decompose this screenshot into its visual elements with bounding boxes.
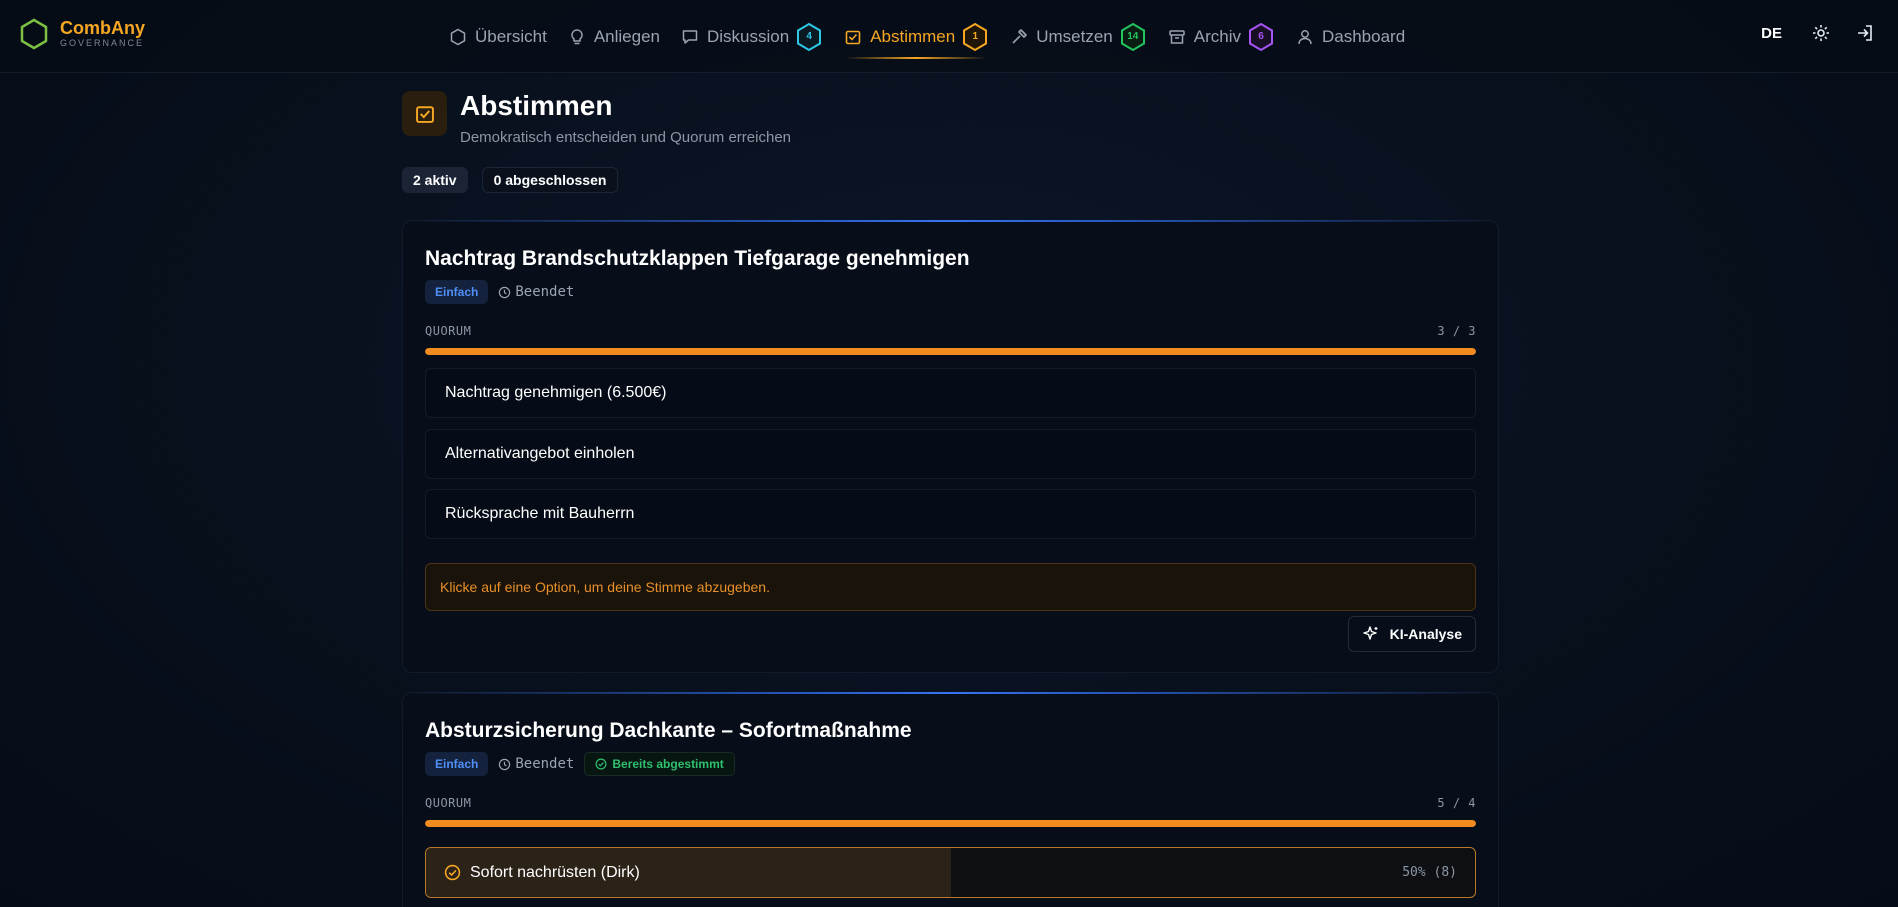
page-title: Abstimmen — [460, 90, 613, 121]
nav-label: Anliegen — [593, 26, 660, 46]
quorum-count: 5 / 4 — [1437, 796, 1476, 810]
quorum-label: QUORUM — [425, 324, 472, 338]
count-badge: 1 — [961, 22, 989, 52]
nav-item-abstimmen[interactable]: Abstimmen 1 — [833, 0, 999, 73]
vote-title: Absturzsicherung Dachkante – Sofortmaßna… — [425, 719, 912, 742]
nav-item-uebersicht[interactable]: Übersicht — [438, 0, 557, 73]
top-navigation-bar: CombAny GOVERNANCE Übersicht Anliegen Di… — [0, 0, 1898, 73]
nav-label: Umsetzen — [1036, 26, 1113, 46]
result-option-label: Sofort nachrüsten (Dirk) — [470, 863, 640, 881]
clock-icon — [499, 286, 511, 298]
vote-result-option[interactable]: Sofort nachrüsten (Dirk) 50% (8) — [425, 847, 1476, 898]
nav-label: Dashboard — [1321, 26, 1406, 46]
quorum-progress-bar — [425, 820, 1476, 827]
closed-count-badge[interactable]: 0 abgeschlossen — [481, 167, 619, 193]
vote-option[interactable]: Nachtrag genehmigen (6.500€) — [425, 368, 1476, 418]
lightbulb-icon — [567, 27, 587, 47]
vote-type-badge: Einfach — [425, 280, 489, 304]
main-nav: Übersicht Anliegen Diskussion 4 Abstimme… — [438, 0, 1415, 73]
vote-status: Beendet — [498, 756, 574, 772]
check-circle-icon — [444, 864, 461, 881]
sparkle-icon — [1362, 626, 1378, 640]
clock-icon — [499, 758, 511, 770]
language-switch[interactable]: DE — [1761, 25, 1782, 42]
chat-icon — [680, 27, 700, 47]
result-percentage: 50% (8) — [1402, 865, 1457, 880]
nav-label: Abstimmen — [870, 26, 956, 46]
login-icon[interactable] — [1854, 22, 1876, 44]
quorum-progress-fill — [425, 820, 1476, 827]
count-badge: 4 — [795, 22, 823, 52]
hexagon-logo-icon — [20, 18, 48, 50]
nav-item-dashboard[interactable]: Dashboard — [1285, 0, 1415, 73]
brand-name: CombAny — [60, 18, 145, 38]
active-count-badge[interactable]: 2 aktiv — [402, 167, 468, 193]
nav-label: Übersicht — [475, 26, 547, 46]
vote-stats: 2 aktiv 0 abgeschlossen — [402, 167, 619, 193]
quorum-count: 3 / 3 — [1437, 324, 1476, 338]
hammer-icon — [1009, 27, 1029, 47]
nav-item-diskussion[interactable]: Diskussion 4 — [670, 0, 833, 73]
archive-icon — [1167, 27, 1187, 47]
nav-item-archiv[interactable]: Archiv 6 — [1157, 0, 1285, 73]
quorum-row: QUORUM 3 / 3 — [425, 324, 1476, 338]
page-subtitle: Demokratisch entscheiden und Quorum erre… — [460, 129, 792, 146]
header-actions: DE — [1761, 22, 1876, 44]
check-circle-icon — [595, 758, 607, 770]
count-badge: 6 — [1247, 22, 1275, 52]
vote-box-icon — [402, 91, 447, 136]
vote-status: Beendet — [498, 284, 574, 300]
nav-item-anliegen[interactable]: Anliegen — [557, 0, 670, 73]
vote-box-icon — [843, 27, 863, 47]
quorum-label: QUORUM — [425, 796, 472, 810]
brand-logo[interactable]: CombAny GOVERNANCE — [20, 18, 145, 50]
vote-meta: Einfach Beendet Bereits abgestimmt — [425, 752, 735, 776]
vote-meta: Einfach Beendet — [425, 280, 574, 304]
hexagon-icon — [448, 27, 468, 47]
nav-label: Diskussion — [706, 26, 790, 46]
quorum-progress-bar — [425, 348, 1476, 355]
vote-title: Nachtrag Brandschutzklappen Tiefgarage g… — [425, 247, 970, 270]
nav-label: Archiv — [1193, 26, 1241, 46]
already-voted-badge: Bereits abgestimmt — [584, 752, 735, 776]
vote-type-badge: Einfach — [425, 752, 489, 776]
gear-icon[interactable] — [1810, 22, 1832, 44]
page-header: Abstimmen Demokratisch entscheiden und Q… — [402, 91, 791, 146]
count-badge: 14 — [1119, 22, 1147, 52]
vote-option[interactable]: Rücksprache mit Bauherrn — [425, 489, 1476, 539]
ai-analysis-button[interactable]: KI-Analyse — [1347, 616, 1476, 652]
vote-option[interactable]: Alternativangebot einholen — [425, 429, 1476, 479]
nav-item-umsetzen[interactable]: Umsetzen 14 — [999, 0, 1157, 73]
vote-card: Absturzsicherung Dachkante – Sofortmaßna… — [402, 692, 1499, 907]
vote-card: Nachtrag Brandschutzklappen Tiefgarage g… — [402, 220, 1499, 673]
user-icon — [1295, 27, 1315, 47]
quorum-progress-fill — [425, 348, 1476, 355]
vote-hint: Klicke auf eine Option, um deine Stimme … — [425, 563, 1476, 611]
quorum-row: QUORUM 5 / 4 — [425, 796, 1476, 810]
brand-subtitle: GOVERNANCE — [60, 38, 145, 48]
